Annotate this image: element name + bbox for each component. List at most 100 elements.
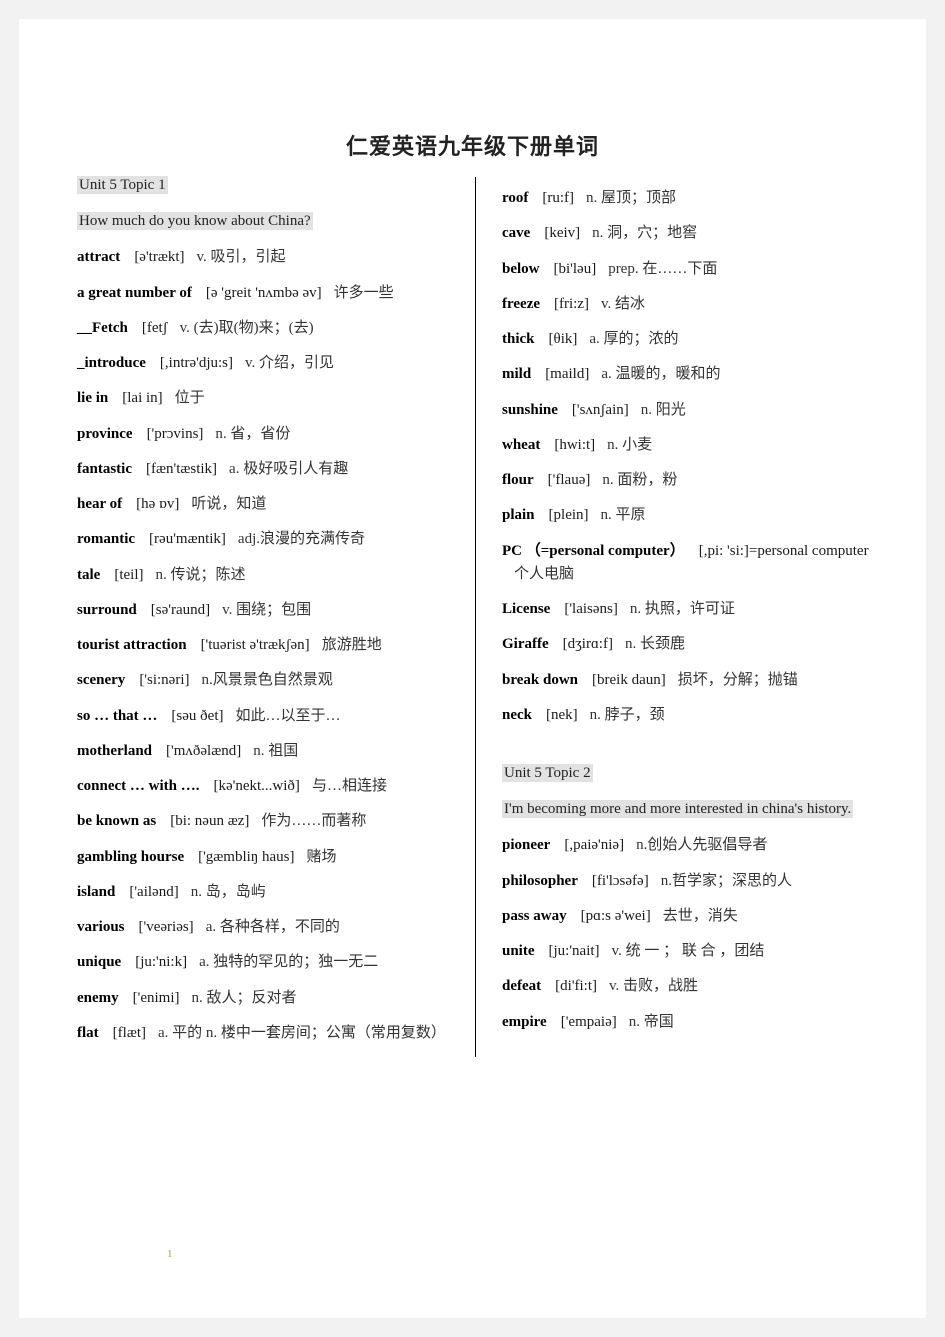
entry-definition: 许多一些 bbox=[333, 284, 394, 301]
vocabulary-entry: tale [teil] n. 传说；陈述 bbox=[77, 564, 465, 587]
entry-phonetic: [flæt] bbox=[112, 1024, 146, 1041]
entry-word: roof bbox=[502, 190, 529, 206]
entry-definition: n.风景景色自然景观 bbox=[201, 672, 333, 689]
entry-word: philosopher bbox=[502, 872, 578, 889]
entry-word: freeze bbox=[502, 295, 541, 312]
entry-word: below bbox=[502, 260, 540, 277]
entry-definition: n. 小麦 bbox=[607, 436, 653, 453]
vocabulary-entry: pass away [pɑ:s ə'wei] 去世，消失 bbox=[502, 905, 875, 928]
section-subtitle-topic2: I'm becoming more and more interested in… bbox=[502, 796, 875, 822]
entry-word: wheat bbox=[502, 436, 541, 453]
entry-definition: n.创始人先驱倡导者 bbox=[636, 837, 768, 854]
entry-definition: a. 各种各样，不同的 bbox=[205, 919, 340, 935]
vocabulary-entry: empire ['empaiə] n. 帝国 bbox=[502, 1011, 875, 1034]
left-entry-list: attract [ə'trækt] v. 吸引，引起 a great number o… bbox=[77, 246, 465, 1045]
entry-definition: n.哲学家；深思的人 bbox=[660, 872, 792, 889]
entry-word: sunshine bbox=[502, 401, 558, 418]
entry-word: various bbox=[77, 919, 125, 935]
entry-phonetic: [fæn'tæstik] bbox=[146, 460, 218, 477]
entry-word: unite bbox=[502, 943, 535, 959]
entry-phonetic: [breik daun] bbox=[592, 671, 666, 688]
entry-definition: v. 介绍，引见 bbox=[245, 355, 335, 371]
vocabulary-entry: a great number of [ə 'greit 'nʌmbə əv] 许多一… bbox=[77, 282, 465, 305]
vocabulary-entry: defeat [di'fi:t] v. 击败，战胜 bbox=[502, 975, 875, 998]
vocabulary-entry: plain [plein] n. 平原 bbox=[502, 504, 875, 527]
entry-word: be known as bbox=[77, 813, 157, 830]
entry-word: License bbox=[502, 601, 551, 617]
vocabulary-entry: various ['veəriəs] a. 各种各样，不同的 bbox=[77, 916, 465, 939]
entry-word: fantastic bbox=[77, 460, 132, 477]
entry-word: Giraffe bbox=[502, 636, 549, 653]
vocabulary-entry: island ['ailənd] n. 岛，岛屿 bbox=[77, 881, 465, 904]
entry-definition: n. 执照，许可证 bbox=[629, 601, 735, 617]
vocabulary-entry: roof [ru:f] n. 屋顶；顶部 bbox=[502, 187, 875, 210]
vocabulary-entry: License ['laisəns] n. 执照，许可证 bbox=[502, 598, 875, 621]
entry-definition: 去世，消失 bbox=[662, 907, 738, 924]
entry-definition: a. 平的 n. 楼中一套房间；公寓（常用复数） bbox=[158, 1024, 446, 1041]
right-topic1-entry-list: roof [ru:f] n. 屋顶；顶部 cave [keiv] n. 洞，穴；地窖 bel… bbox=[502, 187, 875, 727]
entry-phonetic: ['gæmbliŋ haus] bbox=[198, 848, 295, 865]
entry-phonetic: [ju:'ni:k] bbox=[135, 954, 188, 971]
vocabulary-entry: attract [ə'trækt] v. 吸引，引起 bbox=[77, 246, 465, 269]
entry-definition: 赌场 bbox=[306, 848, 337, 865]
entry-phonetic: [dʒirɑ:f] bbox=[562, 636, 613, 653]
entry-phonetic: [bi'ləu] bbox=[553, 260, 597, 277]
entry-phonetic: ['enimi] bbox=[132, 989, 180, 1006]
vocabulary-entry: thick [θik] a. 厚的；浓的 bbox=[502, 328, 875, 351]
entry-word: lie in bbox=[77, 390, 109, 407]
vocabulary-entry: gambling hourse ['gæmbliŋ haus] 赌场 bbox=[77, 846, 465, 869]
entry-definition: n. 面粉，粉 bbox=[602, 472, 678, 488]
entry-word: tourist attraction bbox=[77, 637, 187, 653]
entry-phonetic: ['laisəns] bbox=[564, 601, 618, 617]
entry-phonetic: [di'fi:t] bbox=[555, 978, 598, 995]
entry-word: connect … with …. bbox=[77, 778, 200, 794]
entry-definition: a. 厚的；浓的 bbox=[589, 331, 679, 347]
entry-word: PC （=personal computer） bbox=[502, 542, 685, 559]
vocabulary-entry: mild [maild] a. 温暖的，暖和的 bbox=[502, 363, 875, 386]
entry-definition: a. 极好吸引人有趣 bbox=[229, 460, 349, 477]
entry-phonetic: [ju:'nait] bbox=[548, 943, 600, 959]
entry-definition: n. 省，省份 bbox=[215, 425, 291, 442]
entry-definition: a. 独特的罕见的；独一无二 bbox=[199, 954, 379, 971]
entry-phonetic: [ru:f] bbox=[542, 190, 575, 206]
vocabulary-entry: tourist attraction ['tuərist ə'trækʃən] 旅游… bbox=[77, 634, 465, 657]
entry-phonetic: [bi: nəun æz] bbox=[170, 813, 250, 830]
entry-definition: n. 屋顶；顶部 bbox=[586, 190, 677, 206]
section-title-topic1-label: Unit 5 Topic 1 bbox=[77, 176, 168, 194]
vocabulary-entry: philosopher [fi'lɔsəfə] n.哲学家；深思的人 bbox=[502, 870, 875, 893]
entry-definition: 如此…以至于… bbox=[235, 707, 341, 724]
section-title-topic2-label: Unit 5 Topic 2 bbox=[502, 764, 593, 782]
entry-word: gambling hourse bbox=[77, 848, 185, 865]
entry-phonetic: ['veəriəs] bbox=[138, 919, 194, 935]
entry-word: attract bbox=[77, 249, 121, 266]
entry-word: plain bbox=[502, 507, 535, 524]
entry-word: __Fetch bbox=[77, 319, 128, 336]
entry-phonetic: [səu ðet] bbox=[171, 707, 224, 724]
entry-definition: n. 阳光 bbox=[640, 401, 686, 418]
entry-word: mild bbox=[502, 366, 532, 383]
page-number: 1 bbox=[167, 1248, 173, 1260]
vocabulary-entry: _introduce [,intrə'dju:s] v. 介绍，引见 bbox=[77, 352, 465, 375]
vocabulary-entry: cave [keiv] n. 洞，穴；地窖 bbox=[502, 222, 875, 245]
section-title-topic2: Unit 5 Topic 2 bbox=[502, 764, 875, 782]
entry-phonetic: [ə 'greit 'nʌmbə əv] bbox=[205, 284, 322, 301]
entry-definition: 作为……而著称 bbox=[261, 813, 367, 830]
entry-definition: n. 岛，岛屿 bbox=[190, 883, 266, 900]
entry-definition: v. 吸引，引起 bbox=[196, 249, 286, 266]
entry-phonetic: [hə ɒv] bbox=[136, 496, 180, 512]
entry-phonetic: ['ailənd] bbox=[129, 883, 179, 900]
section-subtitle-topic2-label: I'm becoming more and more interested in… bbox=[502, 800, 854, 818]
vocabulary-entry: province ['prɔvins] n. 省，省份 bbox=[77, 423, 465, 446]
entry-phonetic: [hwi:t] bbox=[554, 436, 596, 453]
entry-word: hear of bbox=[77, 496, 123, 512]
vocabulary-entry: enemy ['enimi] n. 敌人；反对者 bbox=[77, 987, 465, 1010]
vocabulary-entry: pioneer [,paiə'niə] n.创始人先驱倡导者 bbox=[502, 834, 875, 857]
entry-phonetic: [teil] bbox=[114, 566, 144, 583]
entry-phonetic: ['sʌnʃain] bbox=[571, 401, 629, 418]
vocabulary-entry: hear of [hə ɒv] 听说，知道 bbox=[77, 493, 465, 516]
entry-phonetic: [keiv] bbox=[544, 225, 581, 242]
entry-phonetic: ['empaiə] bbox=[560, 1013, 617, 1030]
entry-phonetic: [rəu'mæntik] bbox=[149, 531, 226, 548]
section-title-topic1: Unit 5 Topic 1 bbox=[77, 176, 465, 194]
entry-definition: v. 统 一 ； 联 合 ，团结 bbox=[611, 943, 765, 959]
